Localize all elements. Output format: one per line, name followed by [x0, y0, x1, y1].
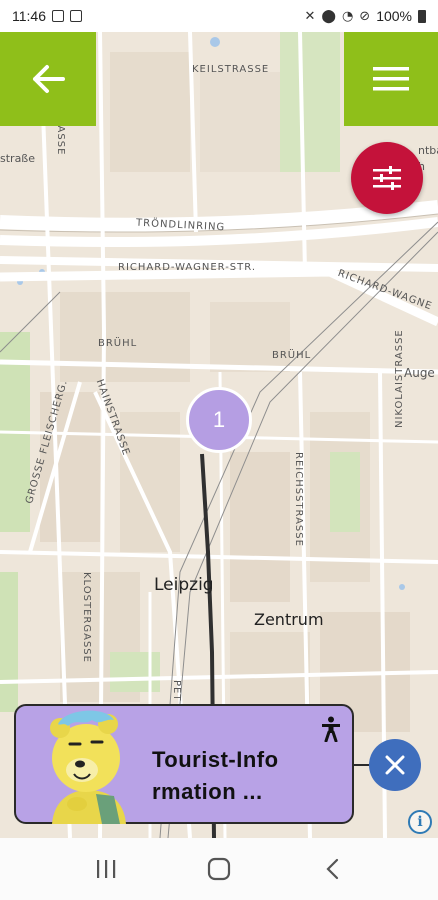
- sliders-icon: [373, 166, 401, 190]
- menu-button[interactable]: [344, 32, 438, 126]
- arrow-left-icon: [33, 65, 65, 93]
- street-label-bruehl-left: BRÜHL: [98, 338, 138, 349]
- poi-card[interactable]: Tourist-Info rmation ...: [14, 704, 354, 824]
- app-icon: [70, 10, 82, 22]
- location-icon: ⬤: [321, 8, 336, 24]
- street-label-keilstrasse: KEILSTRASSE: [192, 64, 270, 75]
- back-icon: [326, 858, 338, 880]
- cluster-count: 1: [212, 407, 226, 432]
- street-label-strasse: straße: [0, 152, 36, 165]
- street-label-klostergasse: KLOSTERGASSE: [81, 572, 92, 663]
- home-button[interactable]: [199, 849, 239, 889]
- status-time: 11:46: [12, 8, 46, 24]
- info-button[interactable]: i: [408, 810, 432, 834]
- info-icon: i: [417, 814, 423, 830]
- street-label-auge: Auge: [404, 366, 435, 380]
- street-label-reichsstrasse: REICHSSTRASSE: [293, 452, 304, 547]
- close-button[interactable]: [369, 739, 421, 791]
- wifi-icon: ◔: [341, 8, 354, 24]
- status-left: 11:46: [12, 8, 82, 24]
- close-icon: [385, 755, 405, 775]
- battery-level: 100%: [376, 8, 412, 24]
- recent-apps-button[interactable]: [86, 849, 126, 889]
- card-connector: [354, 764, 370, 766]
- hamburger-menu-icon: [373, 67, 409, 91]
- street-label-nikolaistrasse: NIKOLAISTRASSE: [394, 329, 405, 428]
- street-label-bruehl-right: BRÜHL: [272, 350, 312, 361]
- recent-apps-icon: [97, 860, 116, 878]
- battery-icon: [418, 9, 426, 23]
- dnd-icon: ⊘: [359, 8, 371, 24]
- street-label-richard-wagner-str: RICHARD-WAGNER-STR.: [118, 262, 257, 273]
- poi-title-line1: Tourist-Info: [152, 747, 279, 772]
- status-right: ✕ ⬤ ◔ ⊘ 100%: [304, 8, 426, 24]
- back-button[interactable]: [0, 32, 96, 126]
- image-icon: [52, 10, 64, 22]
- street-label-pet: PET: [171, 680, 182, 702]
- poi-title-line2: rmation ...: [152, 779, 263, 804]
- system-back-button[interactable]: [312, 849, 352, 889]
- place-label-zentrum: Zentrum: [254, 610, 324, 629]
- mute-icon: ✕: [304, 8, 316, 24]
- home-icon: [207, 857, 231, 881]
- place-label-leipzig: Leipzig: [154, 575, 214, 595]
- filter-button[interactable]: [351, 142, 423, 214]
- system-nav-bar: [0, 838, 438, 900]
- status-bar: 11:46 ✕ ⬤ ◔ ⊘ 100%: [0, 0, 438, 32]
- street-label-ntba: ntba: [418, 144, 438, 157]
- accessibility-icon: [322, 716, 340, 742]
- cluster-marker[interactable]: 1: [186, 387, 252, 453]
- mascot-image: [50, 710, 126, 824]
- poi-title[interactable]: Tourist-Info rmation ...: [152, 744, 312, 808]
